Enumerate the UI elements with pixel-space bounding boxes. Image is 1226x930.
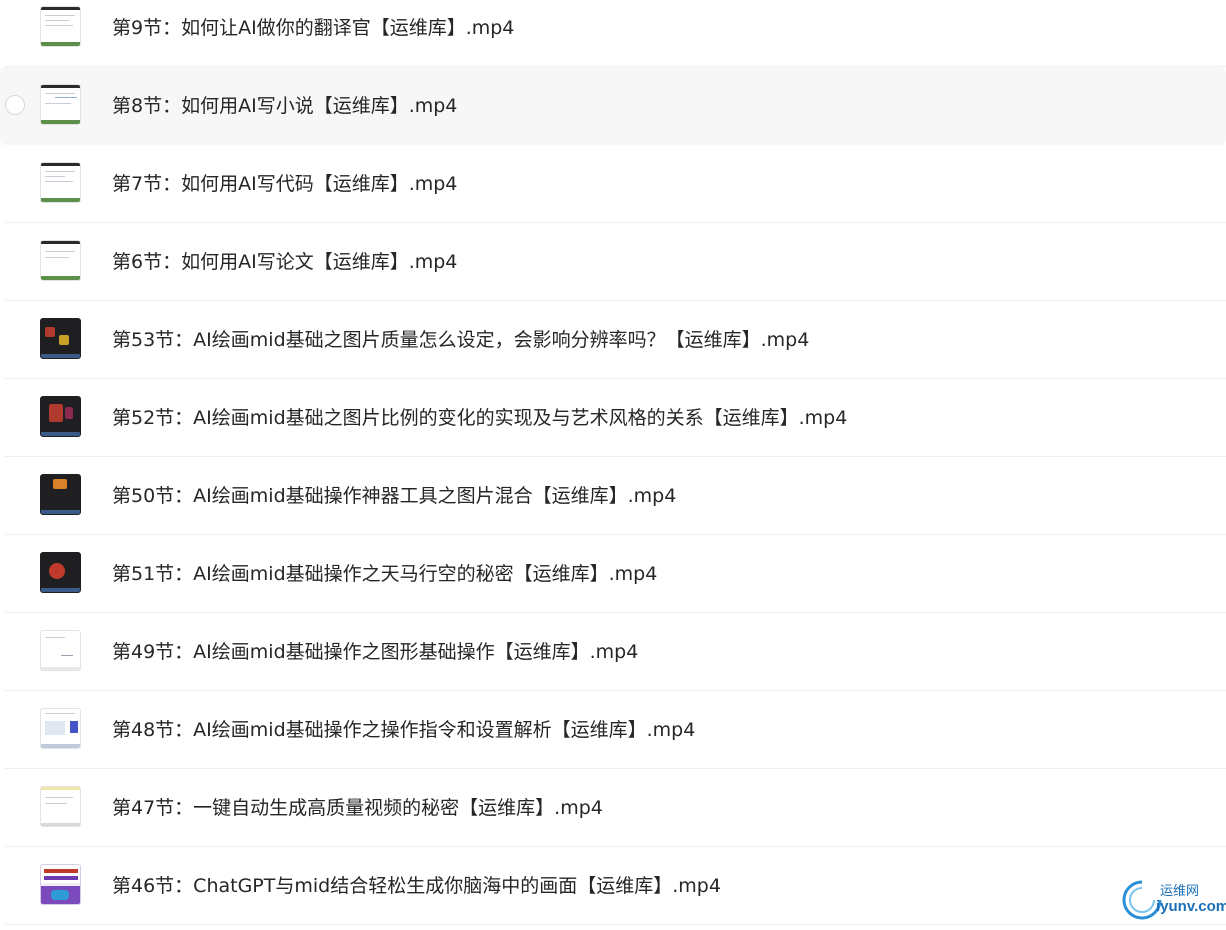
file-name[interactable]: 第48节：AI绘画mid基础操作之操作指令和设置解析【运维库】.mp4 xyxy=(112,717,695,743)
site-watermark: 运维网 iyunv.com xyxy=(1120,878,1226,922)
file-row[interactable]: 第52节：AI绘画mid基础之图片比例的变化的实现及与艺术风格的关系【运维库】.… xyxy=(0,379,1226,457)
file-name[interactable]: 第49节：AI绘画mid基础操作之图形基础操作【运维库】.mp4 xyxy=(112,639,638,665)
file-name[interactable]: 第8节：如何用AI写小说【运维库】.mp4 xyxy=(112,93,457,119)
file-row[interactable]: 第9节：如何让AI做你的翻译官【运维库】.mp4 xyxy=(0,0,1226,67)
file-row[interactable]: 第7节：如何用AI写代码【运维库】.mp4 xyxy=(0,145,1226,223)
video-thumbnail xyxy=(40,318,81,359)
video-thumbnail xyxy=(40,162,81,203)
video-thumbnail xyxy=(40,240,81,281)
file-row[interactable]: 第49节：AI绘画mid基础操作之图形基础操作【运维库】.mp4 xyxy=(0,613,1226,691)
video-thumbnail xyxy=(40,474,81,515)
watermark-en-text: iyunv.com xyxy=(1156,898,1226,915)
video-thumbnail xyxy=(40,552,81,593)
file-name[interactable]: 第47节：一键自动生成高质量视频的秘密【运维库】.mp4 xyxy=(112,795,603,821)
file-name[interactable]: 第46节：ChatGPT与mid结合轻松生成你脑海中的画面【运维库】.mp4 xyxy=(112,873,721,899)
file-name[interactable]: 第6节：如何用AI写论文【运维库】.mp4 xyxy=(112,249,457,275)
video-thumbnail xyxy=(40,630,81,671)
file-row[interactable]: 第48节：AI绘画mid基础操作之操作指令和设置解析【运维库】.mp4 xyxy=(0,691,1226,769)
video-thumbnail xyxy=(40,864,81,905)
file-row[interactable]: 第47节：一键自动生成高质量视频的秘密【运维库】.mp4 xyxy=(0,769,1226,847)
file-row[interactable]: 第6节：如何用AI写论文【运维库】.mp4 xyxy=(0,223,1226,301)
video-thumbnail xyxy=(40,396,81,437)
watermark-cn-text: 运维网 xyxy=(1160,883,1200,898)
file-row[interactable]: 第51节：AI绘画mid基础操作之天马行空的秘密【运维库】.mp4 xyxy=(0,535,1226,613)
file-row[interactable]: 第53节：AI绘画mid基础之图片质量怎么设定，会影响分辨率吗？【运维库】.mp… xyxy=(0,301,1226,379)
file-row[interactable]: 第50节：AI绘画mid基础操作神器工具之图片混合【运维库】.mp4 xyxy=(0,457,1226,535)
file-name[interactable]: 第50节：AI绘画mid基础操作神器工具之图片混合【运维库】.mp4 xyxy=(112,483,676,509)
video-thumbnail xyxy=(40,84,81,125)
file-name[interactable]: 第7节：如何用AI写代码【运维库】.mp4 xyxy=(112,171,457,197)
video-thumbnail xyxy=(40,786,81,827)
file-name[interactable]: 第51节：AI绘画mid基础操作之天马行空的秘密【运维库】.mp4 xyxy=(112,561,657,587)
select-checkbox[interactable] xyxy=(5,95,25,115)
file-row[interactable]: 第46节：ChatGPT与mid结合轻松生成你脑海中的画面【运维库】.mp4 xyxy=(0,847,1226,925)
video-thumbnail xyxy=(40,6,81,47)
file-list: 第9节：如何让AI做你的翻译官【运维库】.mp4 第8节：如何用AI写小说【运维… xyxy=(0,0,1226,930)
file-name[interactable]: 第9节：如何让AI做你的翻译官【运维库】.mp4 xyxy=(112,15,514,41)
file-name[interactable]: 第52节：AI绘画mid基础之图片比例的变化的实现及与艺术风格的关系【运维库】.… xyxy=(112,405,847,431)
video-thumbnail xyxy=(40,708,81,749)
file-row[interactable]: 第8节：如何用AI写小说【运维库】.mp4 xyxy=(0,67,1226,145)
file-name[interactable]: 第53节：AI绘画mid基础之图片质量怎么设定，会影响分辨率吗？【运维库】.mp… xyxy=(112,327,809,353)
